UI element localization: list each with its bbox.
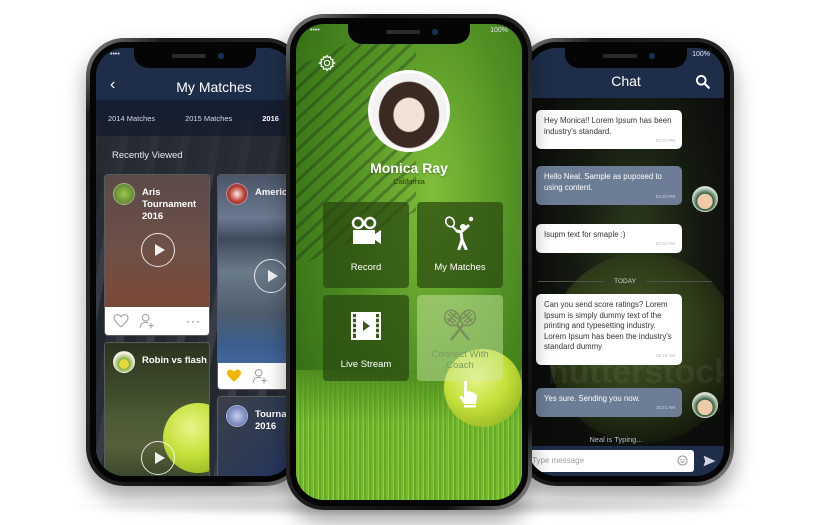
tile-label: Live Stream (340, 359, 392, 370)
tile-label: Record (350, 262, 382, 273)
chat-message-incoming: Isupm text for smaple :) 03:15 PM (536, 224, 682, 253)
heart-icon-liked[interactable] (226, 369, 242, 383)
card-actions: ··· (105, 307, 209, 335)
page-title: My Matches (176, 79, 252, 95)
status-bar: •••• 100% (310, 27, 508, 39)
message-text: Hey Monica!! Lorem Ipsum has been indust… (544, 116, 672, 136)
phone-profile: •••• 100% Monica Ray California Record M… (286, 14, 532, 510)
match-avatar (113, 351, 135, 373)
match-title: Robin vs flash (142, 355, 207, 366)
message-time: 08:19 AM (655, 353, 675, 358)
match-card[interactable]: America (217, 174, 294, 390)
match-card[interactable]: Tournar 2016 (217, 396, 294, 476)
tab-2015[interactable]: 2015 Matches (185, 114, 232, 123)
match-card[interactable]: Robin vs flash (104, 342, 210, 476)
tab-2014[interactable]: 2014 Matches (108, 114, 155, 123)
tile-label: Connect With Coach (431, 349, 489, 371)
status-bar: •••• (110, 51, 280, 63)
section-header: Recently Viewed (96, 136, 294, 174)
tile-label: My Matches (434, 262, 486, 273)
film-play-icon (351, 312, 381, 340)
add-user-icon[interactable] (139, 313, 155, 329)
tennis-player-icon (444, 216, 474, 250)
message-text: Isupm text for smaple :) (544, 230, 626, 239)
add-user-icon[interactable] (252, 368, 268, 384)
message-text: Yes sure. Sending you now. (544, 394, 640, 403)
signal-icon: •••• (310, 27, 320, 34)
phone-my-matches: •••• ‹ My Matches 2014 Matches 2015 Matc… (86, 38, 304, 486)
match-card[interactable]: Aris Tournament 2016 ··· (104, 174, 210, 336)
year-tabs: 2014 Matches 2015 Matches 2016 (96, 100, 294, 136)
message-time: 04:20 PM (655, 193, 675, 199)
play-button[interactable] (141, 441, 175, 475)
contact-avatar[interactable] (692, 186, 718, 212)
match-avatar (226, 183, 248, 205)
chat-message-outgoing: Yes sure. Sending you now. 10:21 AM (536, 388, 682, 417)
message-text: Can you send score ratings? Lorem Ipsum … (544, 300, 672, 351)
profile-avatar[interactable] (368, 70, 450, 152)
chat-message-incoming: Can you send score ratings? Lorem Ipsum … (536, 294, 682, 365)
tile-my-matches[interactable]: My Matches (417, 202, 503, 288)
battery-indicator: 100% (692, 51, 710, 58)
play-button[interactable] (254, 259, 288, 293)
match-title: Aris Tournament 2016 (142, 187, 197, 222)
profile-location: California (393, 177, 425, 186)
search-icon[interactable] (695, 74, 710, 89)
phone-chat: 100% Chat hutterstock Hey Monica!! Lorem… (518, 38, 734, 486)
match-avatar (226, 405, 248, 427)
contact-avatar[interactable] (692, 392, 718, 418)
tile-live-stream[interactable]: Live Stream (323, 295, 409, 381)
match-avatar (113, 183, 135, 205)
typing-indicator: Neal is Typing... (589, 435, 643, 444)
heart-icon[interactable] (113, 314, 129, 328)
status-bar: 100% (542, 51, 710, 63)
chat-message-incoming: Hey Monica!! Lorem Ipsum has been indust… (536, 110, 682, 149)
message-input[interactable]: Type message (528, 450, 694, 472)
play-button[interactable] (141, 233, 175, 267)
section-title: Recently Viewed (112, 150, 183, 161)
profile-screen: •••• 100% Monica Ray California Record M… (296, 24, 522, 500)
signal-icon: •••• (110, 51, 120, 58)
message-time: 10:21 AM (655, 405, 675, 410)
chat-screen: 100% Chat hutterstock Hey Monica!! Lorem… (528, 48, 724, 476)
video-camera-icon (351, 216, 381, 244)
message-text: Hello Neal. Sample as puposed to using c… (544, 172, 662, 192)
settings-gear-icon[interactable] (318, 54, 336, 72)
app-showcase: •••• ‹ My Matches 2014 Matches 2015 Matc… (0, 0, 825, 525)
chat-message-outgoing: Hello Neal. Sample as puposed to using c… (536, 166, 682, 205)
more-options-icon[interactable]: ··· (186, 314, 201, 328)
divider-label: TODAY (614, 277, 636, 285)
message-composer: Type message (528, 446, 724, 476)
battery-indicator: 100% (490, 27, 508, 34)
my-matches-screen: •••• ‹ My Matches 2014 Matches 2015 Matc… (96, 48, 294, 476)
tile-connect-with-coach[interactable]: Connect With Coach (417, 295, 503, 381)
tile-record[interactable]: Record (323, 202, 409, 288)
send-icon[interactable] (703, 455, 716, 467)
crossed-rackets-icon (443, 309, 477, 341)
profile-name: Monica Ray (370, 160, 448, 176)
date-divider: TODAY (538, 276, 713, 286)
message-time: 03:15 PM (655, 241, 675, 246)
tab-2016[interactable]: 2016 (262, 114, 279, 123)
message-time: 04:25 PM (655, 137, 675, 143)
card-actions (218, 363, 294, 389)
tap-hand-cursor-icon (459, 380, 477, 408)
emoji-icon[interactable] (677, 455, 688, 466)
